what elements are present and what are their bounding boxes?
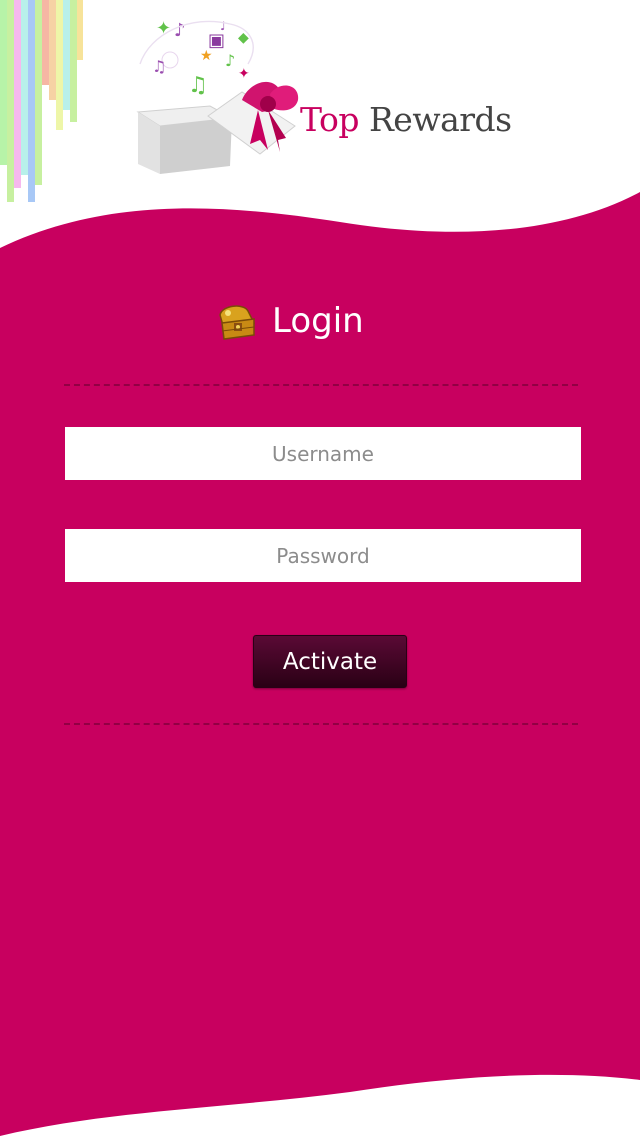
svg-text:✦: ✦ <box>156 18 171 39</box>
svg-text:♫: ♫ <box>152 57 166 76</box>
activate-button[interactable]: Activate <box>253 635 407 688</box>
login-header: Login <box>214 298 364 344</box>
svg-text:✦: ✦ <box>238 66 250 82</box>
brand-name-rewards: Rewards <box>368 100 512 139</box>
svg-text:♩: ♩ <box>220 19 226 33</box>
divider-top <box>64 384 578 386</box>
treasure-chest-icon <box>219 305 256 340</box>
brand-title: Top Rewards <box>300 100 512 139</box>
svg-text:★: ★ <box>200 48 213 64</box>
login-title: Login <box>272 301 364 341</box>
svg-text:♪: ♪ <box>174 20 186 41</box>
svg-text:♪: ♪ <box>225 51 235 70</box>
brand-name-top: Top <box>300 100 359 139</box>
svg-text:♫: ♫ <box>188 73 208 98</box>
gift-box-logo-icon: ✦ ♪ ♫ ▣ ♪ ♫ ★ ◆ ♩ ✦ <box>136 18 299 174</box>
divider-bottom <box>64 723 578 725</box>
password-input[interactable] <box>65 529 581 582</box>
username-input[interactable] <box>65 427 581 480</box>
